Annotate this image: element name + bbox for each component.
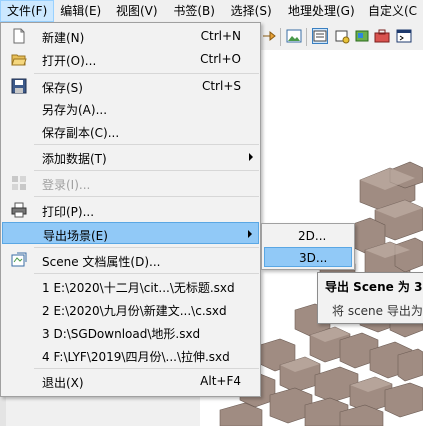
menu-item-label: Scene 文档属性(D)...	[42, 255, 161, 269]
menu-separator	[34, 247, 259, 248]
layer-tool-icon[interactable]	[334, 28, 350, 44]
menu-view[interactable]: 视图(V)	[110, 0, 167, 22]
print-icon	[11, 202, 27, 218]
tooltip-body: 将 scene 导出为	[332, 304, 423, 318]
menu-selection[interactable]: 选择(S)	[225, 0, 282, 22]
menu-item-save[interactable]: 保存(S) Ctrl+S	[2, 75, 259, 97]
menu-item-exit[interactable]: 退出(X) Alt+F4	[2, 370, 259, 392]
menu-separator	[34, 196, 259, 197]
menu-item-label: 导出场景(E)	[43, 229, 108, 243]
menu-edit[interactable]: 编辑(E)	[54, 0, 110, 22]
menu-item-label: 打开(O)...	[42, 54, 97, 68]
image-tool-icon[interactable]	[286, 28, 302, 44]
export-scene-submenu: 2D... 3D...	[261, 223, 355, 270]
menu-item-label: 另存为(A)...	[42, 103, 108, 117]
login-icon	[11, 175, 27, 191]
menu-item-recent-file-4[interactable]: 4 F:\LYF\2019\四月份\...\拉伸.sxd	[2, 344, 259, 366]
menu-separator	[34, 144, 259, 145]
toolbar-separator	[306, 28, 307, 46]
open-folder-icon	[11, 51, 27, 67]
menu-item-open[interactable]: 打开(O)... Ctrl+O	[2, 48, 259, 70]
menu-item-label: 登录(I)...	[42, 178, 91, 192]
menu-item-save-copy[interactable]: 保存副本(C)...	[2, 120, 259, 142]
menu-item-scene-properties[interactable]: Scene 文档属性(D)...	[2, 249, 259, 271]
menu-item-label: 退出(X)	[42, 376, 84, 390]
submenu-arrow-icon	[249, 153, 253, 161]
menu-item-save-as[interactable]: 另存为(A)...	[2, 97, 259, 119]
file-menu-dropdown: 新建(N) Ctrl+N 打开(O)... Ctrl+O 保存(S) Ctrl+…	[0, 22, 261, 397]
toolbar	[258, 24, 423, 51]
menu-item-label: 添加数据(T)	[42, 152, 107, 166]
menu-item-label: 4 F:\LYF\2019\四月份\...\拉伸.sxd	[42, 350, 230, 364]
tooltip: 导出 Scene 为 3D 将 scene 导出为	[317, 272, 423, 324]
menu-item-print[interactable]: 打印(P)...	[2, 199, 259, 221]
menu-item-shortcut: Ctrl+N	[200, 29, 241, 43]
menu-item-label: 打印(P)...	[42, 205, 95, 219]
python-window-icon[interactable]	[396, 28, 412, 44]
menu-item-shortcut: Ctrl+S	[201, 79, 241, 93]
catalog-icon[interactable]	[354, 28, 370, 44]
toolbar-separator	[280, 28, 281, 46]
menu-item-label: 3 D:\SGDownload\地形.sxd	[42, 327, 201, 341]
submenu-arrow-icon	[248, 230, 252, 238]
menu-item-label: 2 E:\2020\九月份\新建文...\c.sxd	[42, 304, 227, 318]
menu-separator	[34, 368, 259, 369]
arrow-tool-icon[interactable]	[260, 28, 276, 44]
table-view-icon[interactable]	[312, 28, 328, 44]
submenu-item-export-3d[interactable]: 3D...	[264, 247, 352, 267]
submenu-item-export-2d[interactable]: 2D...	[264, 226, 352, 246]
submenu-item-label: 3D...	[299, 251, 328, 265]
menu-geoprocessing[interactable]: 地理处理(G)	[282, 0, 362, 22]
menu-separator	[34, 273, 259, 274]
menu-item-label: 保存(S)	[42, 81, 83, 95]
save-icon	[11, 78, 27, 94]
toolbox-icon[interactable]	[374, 28, 390, 44]
menu-item-new[interactable]: 新建(N) Ctrl+N	[2, 25, 259, 47]
menu-customize[interactable]: 自定义(C	[362, 0, 423, 22]
tooltip-title: 导出 Scene 为 3D	[325, 280, 423, 294]
menu-bar: 文件(F) 编辑(E) 视图(V) 书签(B) 选择(S) 地理处理(G) 自定…	[0, 0, 423, 22]
menu-item-shortcut: Alt+F4	[200, 374, 241, 388]
menu-item-add-data[interactable]: 添加数据(T)	[2, 146, 259, 168]
menu-bookmarks[interactable]: 书签(B)	[167, 0, 224, 22]
submenu-item-label: 2D...	[298, 229, 327, 243]
menu-file[interactable]: 文件(F)	[0, 0, 55, 22]
menu-item-recent-file-3[interactable]: 3 D:\SGDownload\地形.sxd	[2, 321, 259, 343]
document-properties-icon	[11, 252, 27, 268]
menu-item-export-scene[interactable]: 导出场景(E)	[2, 222, 259, 244]
menu-item-recent-file-2[interactable]: 2 E:\2020\九月份\新建文...\c.sxd	[2, 298, 259, 320]
menu-separator	[34, 73, 259, 74]
menu-item-label: 保存副本(C)...	[42, 126, 120, 140]
menu-item-label: 新建(N)	[42, 31, 85, 45]
new-document-icon	[11, 28, 27, 44]
menu-item-label: 1 E:\2020\十二月\cit...\无标题.sxd	[42, 281, 235, 295]
menu-separator	[34, 170, 259, 171]
menu-item-recent-file-1[interactable]: 1 E:\2020\十二月\cit...\无标题.sxd	[2, 275, 259, 297]
menu-item-shortcut: Ctrl+O	[200, 52, 241, 66]
menu-item-login: 登录(I)...	[2, 172, 259, 194]
